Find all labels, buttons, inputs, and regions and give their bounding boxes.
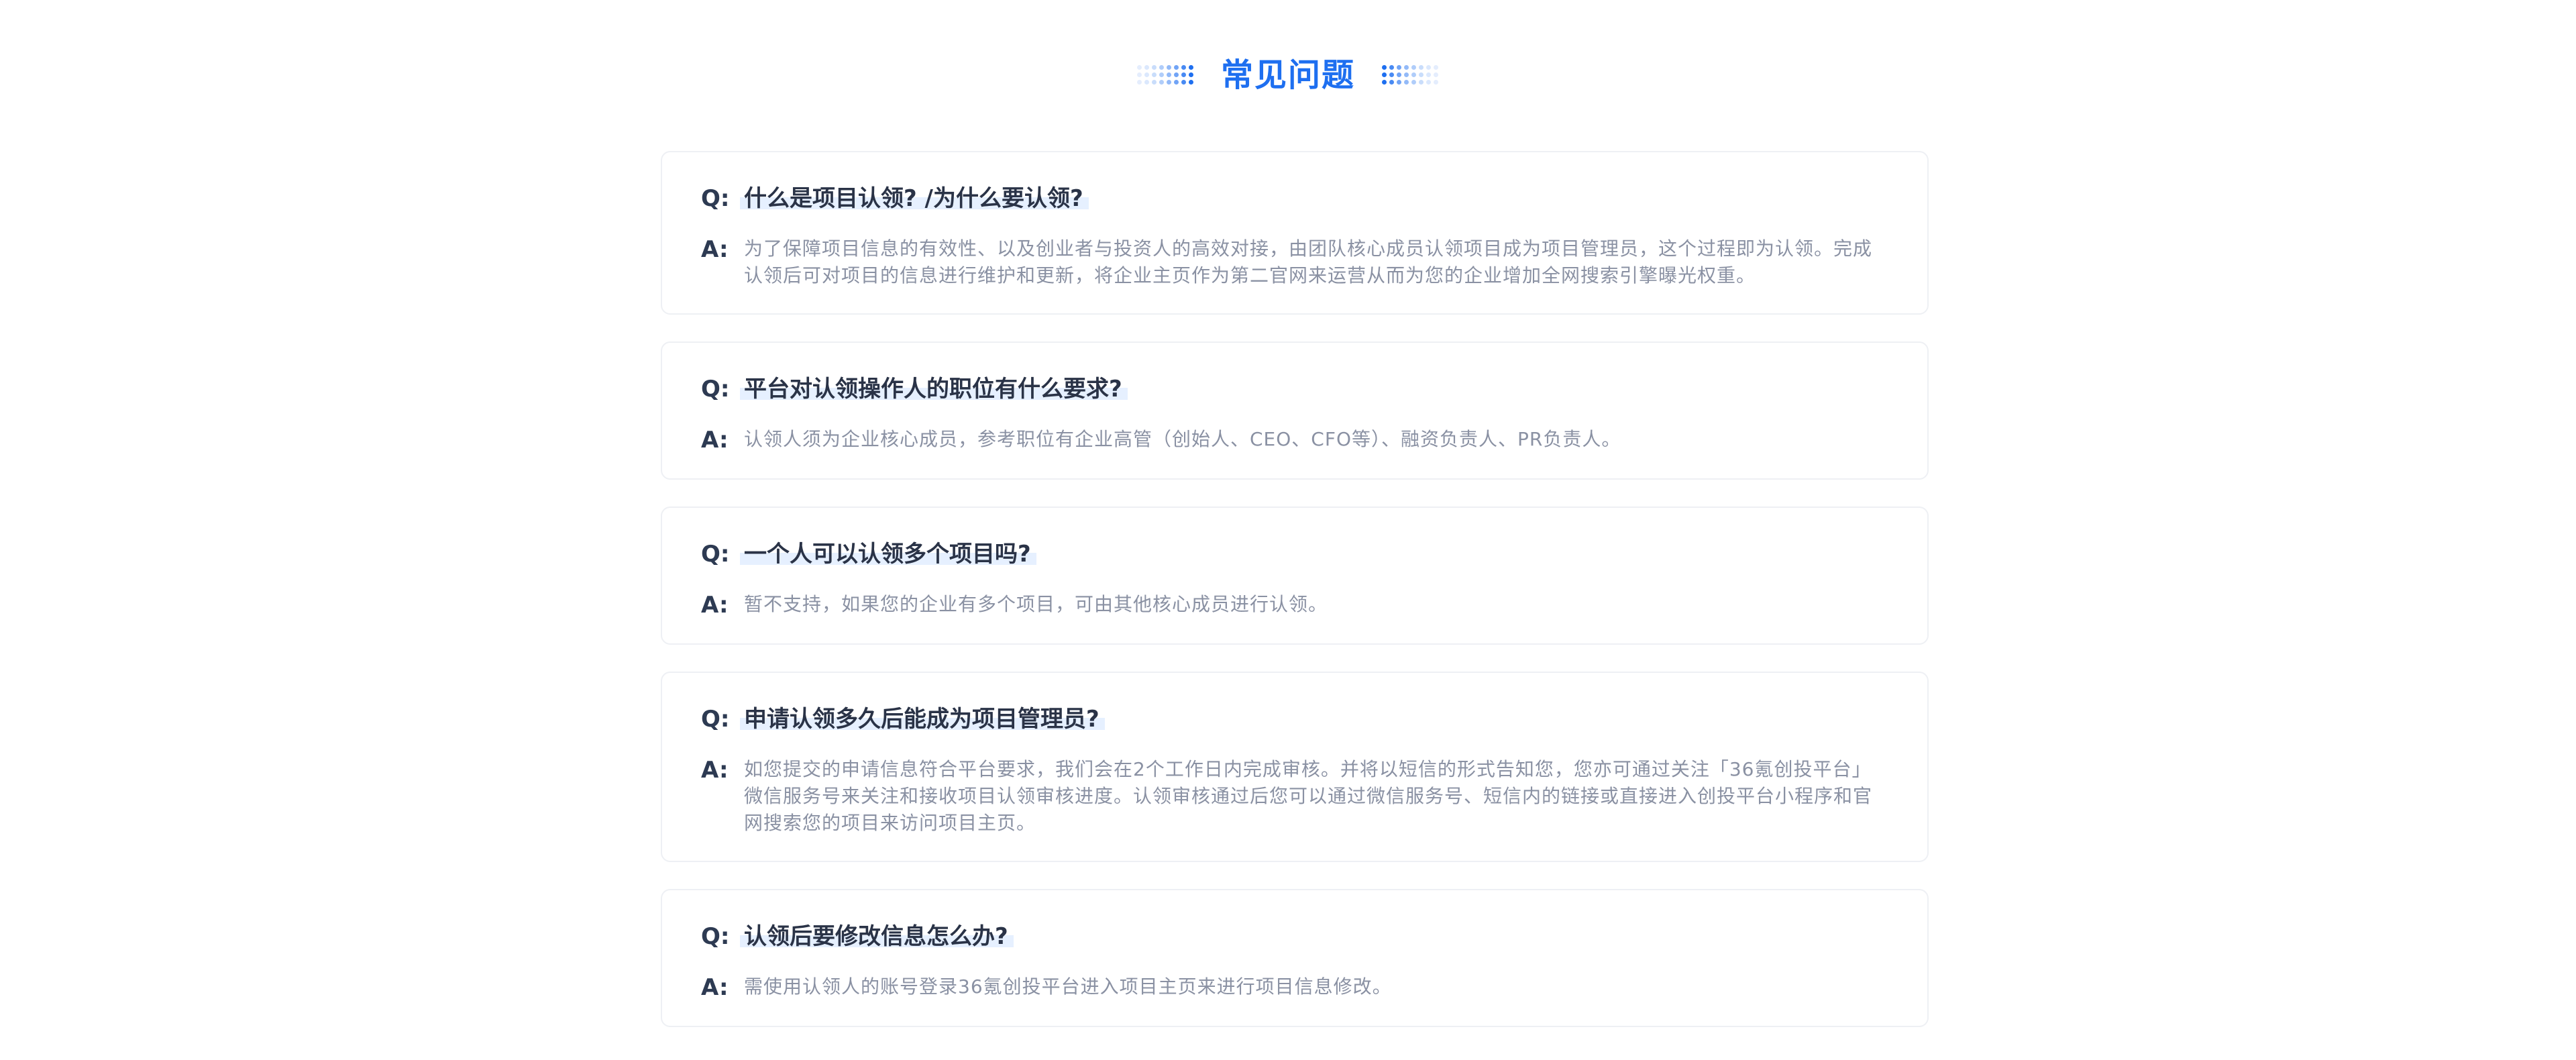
question-marker: Q: [701,706,730,733]
question-text: 认领后要修改信息怎么办? [744,923,1008,950]
faq-item: Q: 认领后要修改信息怎么办? A: 需使用认领人的账号登录36氪创投平台进入项… [661,889,1929,1027]
question-row: Q: 一个人可以认领多个项目吗? [701,536,1888,572]
answer-text: 为了保障项目信息的有效性、以及创业者与投资人的高效对接，由团队核心成员认领项目成… [744,237,1873,286]
answer-text: 如您提交的申请信息符合平台要求，我们会在2个工作日内完成审核。并将以短信的形式告… [744,758,1873,834]
faq-page: 常见问题 Q: 什么是项目认领? /为什么要认领? A: 为了保障项目信息的有效… [0,0,2576,1060]
question-row: Q: 什么是项目认领? /为什么要认领? [701,180,1888,217]
faq-item: Q: 平台对认领操作人的职位有什么要求? A: 认领人须为企业核心成员，参考职位… [661,341,1929,480]
faq-item: Q: 一个人可以认领多个项目吗? A: 暂不支持，如果您的企业有多个项目，可由其… [661,507,1929,645]
dot-grid-left-icon [1136,65,1194,85]
question-marker: Q: [701,185,730,212]
question-row: Q: 平台对认领操作人的职位有什么要求? [701,371,1888,407]
question-text: 一个人可以认领多个项目吗? [744,541,1031,568]
question-marker: Q: [701,541,730,568]
answer-row: A: 认领人须为企业核心成员，参考职位有企业高管（创始人、CEO、CFO等）、融… [701,426,1888,454]
answer-text: 认领人须为企业核心成员，参考职位有企业高管（创始人、CEO、CFO等）、融资负责… [744,428,1621,450]
question-text: 平台对认领操作人的职位有什么要求? [744,376,1122,403]
answer-marker: A: [701,427,729,454]
answer-marker: A: [701,974,729,1001]
faq-item: Q: 申请认领多久后能成为项目管理员? A: 如您提交的申请信息符合平台要求，我… [661,672,1929,862]
question-row: Q: 申请认领多久后能成为项目管理员? [701,701,1888,737]
faq-item: Q: 什么是项目认领? /为什么要认领? A: 为了保障项目信息的有效性、以及创… [661,151,1929,315]
question-row: Q: 认领后要修改信息怎么办? [701,918,1888,955]
faq-header: 常见问题 [0,48,2576,102]
faq-list: Q: 什么是项目认领? /为什么要认领? A: 为了保障项目信息的有效性、以及创… [661,151,1929,1054]
question-text: 什么是项目认领? /为什么要认领? [744,185,1083,212]
answer-row: A: 需使用认领人的账号登录36氪创投平台进入项目主页来进行项目信息修改。 [701,973,1888,1002]
question-marker: Q: [701,923,730,950]
answer-row: A: 为了保障项目信息的有效性、以及创业者与投资人的高效对接，由团队核心成员认领… [701,235,1888,289]
answer-text: 需使用认领人的账号登录36氪创投平台进入项目主页来进行项目信息修改。 [744,975,1392,998]
answer-row: A: 暂不支持，如果您的企业有多个项目，可由其他核心成员进行认领。 [701,591,1888,619]
answer-marker: A: [701,592,729,619]
question-text: 申请认领多久后能成为项目管理员? [744,706,1099,733]
answer-marker: A: [701,757,729,784]
answer-marker: A: [701,236,729,263]
page-title: 常见问题 [1220,56,1355,94]
answer-row: A: 如您提交的申请信息符合平台要求，我们会在2个工作日内完成审核。并将以短信的… [701,756,1888,837]
dot-grid-right-icon [1382,65,1439,85]
question-marker: Q: [701,376,730,403]
answer-text: 暂不支持，如果您的企业有多个项目，可由其他核心成员进行认领。 [744,593,1328,615]
